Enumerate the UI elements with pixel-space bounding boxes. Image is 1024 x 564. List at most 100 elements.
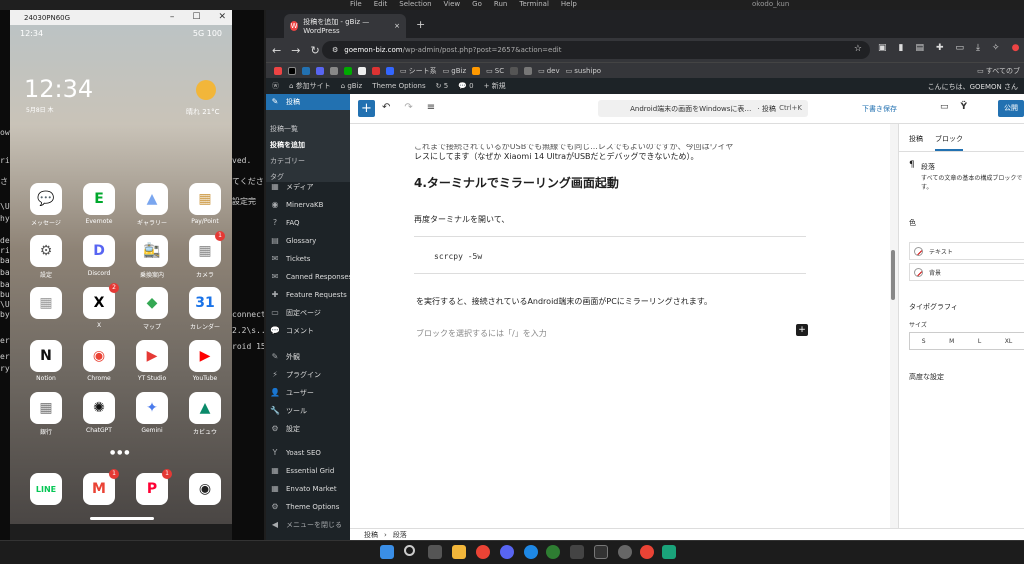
sidebar-item-[interactable]: ▭ 固定ページ: [270, 306, 321, 320]
editor-scrollbar[interactable]: [890, 124, 898, 532]
close-icon[interactable]: ✕: [218, 12, 226, 22]
bookmark-folder[interactable]: ▭ sushipo: [566, 67, 601, 75]
sidebar-item-faq[interactable]: ? FAQ: [270, 216, 300, 230]
extension-icon[interactable]: ▣: [878, 43, 887, 53]
dock-app-gmail[interactable]: M1: [74, 469, 124, 505]
app-gemini[interactable]: ✦ Gemini: [127, 392, 177, 434]
bookmark-icon[interactable]: [524, 66, 533, 75]
app--[interactable]: ▲ ギャラリー: [127, 183, 177, 227]
profile-avatar-icon[interactable]: ●: [1012, 43, 1020, 53]
phone-screen[interactable]: 12:34 5G 100 12:34 5月8日 木 晴れ 21°C 💬 メッセージ…: [10, 25, 232, 524]
extensions-puzzle-icon[interactable]: ✧: [992, 43, 1000, 53]
bookmark-icon[interactable]: [510, 66, 519, 75]
vscode-menu-run[interactable]: Run: [494, 0, 507, 10]
redo-icon[interactable]: ↷: [404, 102, 412, 113]
app--[interactable]: 31 カレンダー: [180, 287, 230, 331]
bookmark-folder[interactable]: ▭ gBiz: [443, 67, 467, 75]
minimize-icon[interactable]: –: [170, 12, 175, 22]
sidebar-item-minervakb[interactable]: ◉ MinervaKB: [270, 198, 324, 212]
all-bookmarks[interactable]: ▭ すべてのブ: [977, 66, 1020, 76]
paragraph-block[interactable]: 再度ターミナルを開いて、: [414, 214, 509, 225]
bookmark-star-icon[interactable]: ☆: [854, 44, 862, 54]
extension-icon[interactable]: ▤: [915, 43, 924, 53]
heading-block[interactable]: 4.ターミナルでミラーリング画面起動: [414, 174, 619, 191]
file-explorer-icon[interactable]: [452, 545, 466, 559]
address-bar[interactable]: ⚙ goemon-biz.com/wp-admin/post.php?post=…: [322, 41, 870, 59]
sidebar-item-posts[interactable]: ✎ 投稿: [266, 94, 350, 110]
windows-start-icon[interactable]: [380, 545, 394, 559]
dock-app-paypay[interactable]: P1: [127, 469, 177, 505]
vscode-menu-help[interactable]: Help: [561, 0, 577, 10]
paragraph-block[interactable]: を実行すると、接続されているAndroid端末の画面がPCにミラーリングされます…: [416, 296, 712, 307]
sidebar-item-[interactable]: 💬 コメント: [270, 324, 314, 338]
home-indicator[interactable]: [90, 517, 154, 520]
background-color-control[interactable]: 背景: [909, 263, 1024, 281]
app--[interactable]: 💬 メッセージ: [21, 183, 71, 227]
sidebar-item-[interactable]: ⚙ 設定: [270, 422, 300, 436]
app-icon[interactable]: [546, 545, 560, 559]
tab-close-icon[interactable]: ×: [394, 22, 400, 30]
sidebar-item-glossary[interactable]: ▤ Glossary: [270, 234, 316, 248]
empty-block-placeholder[interactable]: ブロックを選択するには「/」を入力: [416, 328, 547, 339]
preview-icon[interactable]: ▭: [940, 102, 949, 112]
bookmark-icon[interactable]: [472, 66, 481, 75]
my-sites-link[interactable]: ⌂ 参加サイト: [289, 81, 331, 91]
bookmark-icon[interactable]: [330, 66, 338, 75]
font-size-s[interactable]: S: [922, 338, 926, 345]
font-size-xl[interactable]: XL: [1005, 338, 1012, 345]
extension-icon[interactable]: ▮: [899, 43, 904, 53]
submenu-all-posts[interactable]: 投稿一覧: [270, 124, 298, 134]
x-bookmark-icon[interactable]: [288, 66, 296, 75]
phone-mirror-window[interactable]: 24030PN60G – ☐ ✕ 12:34 5G 100 12:34 5月8日…: [10, 10, 232, 524]
maximize-icon[interactable]: ☐: [192, 12, 200, 22]
sidebar-item-[interactable]: ▦ メディア: [270, 180, 313, 194]
bookmark-folder[interactable]: ▭ シート系: [400, 66, 437, 76]
dock-app-camera[interactable]: ◉: [180, 473, 230, 505]
task-view-icon[interactable]: [428, 545, 442, 559]
app--[interactable]: 🚉 乗換案内: [127, 235, 177, 279]
font-size-m[interactable]: M: [949, 338, 954, 345]
paragraph-block[interactable]: これまで接続されているがUSBでも無線でも同じ...レスでもよいのですが、今回は…: [414, 144, 814, 164]
extension-icon[interactable]: ✚: [936, 43, 944, 53]
scrcpy-icon[interactable]: [662, 545, 676, 559]
app-discord[interactable]: D Discord: [74, 235, 124, 277]
site-name-link[interactable]: ⌂ gBiz: [341, 82, 363, 90]
add-block-button[interactable]: +: [358, 100, 375, 117]
new-content-link[interactable]: + 新規: [484, 81, 506, 91]
bookmark-icon[interactable]: [358, 66, 366, 75]
app-chatgpt[interactable]: ✺ ChatGPT: [74, 392, 124, 434]
sidebar-item-essential-grid[interactable]: ▦ Essential Grid: [270, 464, 334, 478]
document-bar[interactable]: Android端末の画面をWindowsに表… · 投稿 Ctrl+K: [598, 100, 808, 117]
vscode-menu-go[interactable]: Go: [472, 0, 482, 10]
phone-window-titlebar[interactable]: 24030PN60G – ☐ ✕: [10, 10, 232, 25]
undo-icon[interactable]: ↶: [382, 102, 390, 113]
comments-link[interactable]: 💬 0: [458, 82, 473, 90]
chrome-icon[interactable]: [476, 545, 490, 559]
app-pay-point[interactable]: ▦ Pay/Point: [180, 183, 230, 225]
app-evernote[interactable]: E Evernote: [74, 183, 124, 225]
app--[interactable]: ⚙ 設定: [21, 235, 71, 279]
discord-icon[interactable]: [500, 545, 514, 559]
bookmark-icon[interactable]: [316, 66, 324, 75]
sidebar-item-[interactable]: 👤 ユーザー: [270, 386, 314, 400]
dock-app-line[interactable]: LINE: [21, 473, 71, 505]
editor-canvas[interactable]: これまで接続されているがUSBでも無線でも同じ...レスでもよいのですが、今回は…: [350, 124, 890, 532]
sidebar-item-theme-options[interactable]: ⚙ Theme Options: [270, 500, 339, 514]
bookmark-icon[interactable]: [372, 66, 380, 75]
downloads-icon[interactable]: ⤓: [976, 43, 980, 53]
editor-scrollbar-thumb[interactable]: [891, 250, 895, 300]
breadcrumb-paragraph[interactable]: 段落: [393, 530, 407, 540]
new-tab-button[interactable]: +: [416, 18, 425, 31]
vscode-menu-terminal[interactable]: Terminal: [519, 0, 549, 10]
app-notion[interactable]: N Notion: [21, 340, 71, 382]
back-icon[interactable]: ←: [272, 44, 281, 57]
text-color-control[interactable]: テキスト: [909, 242, 1024, 260]
sidebar-item-feature-requests[interactable]: ✚ Feature Requests: [270, 288, 347, 302]
advanced-panel-title[interactable]: 高度な設定: [909, 372, 944, 382]
sidebar-item-tickets[interactable]: ✉ Tickets: [270, 252, 311, 266]
sidebar-item-[interactable]: ◀ メニューを閉じる: [270, 518, 342, 532]
font-size-l[interactable]: L: [978, 338, 981, 345]
submenu-add-post[interactable]: 投稿を追加: [270, 140, 305, 150]
bookmark-folder[interactable]: ▭ dev: [538, 67, 560, 75]
tab-block[interactable]: ブロック: [935, 134, 963, 151]
